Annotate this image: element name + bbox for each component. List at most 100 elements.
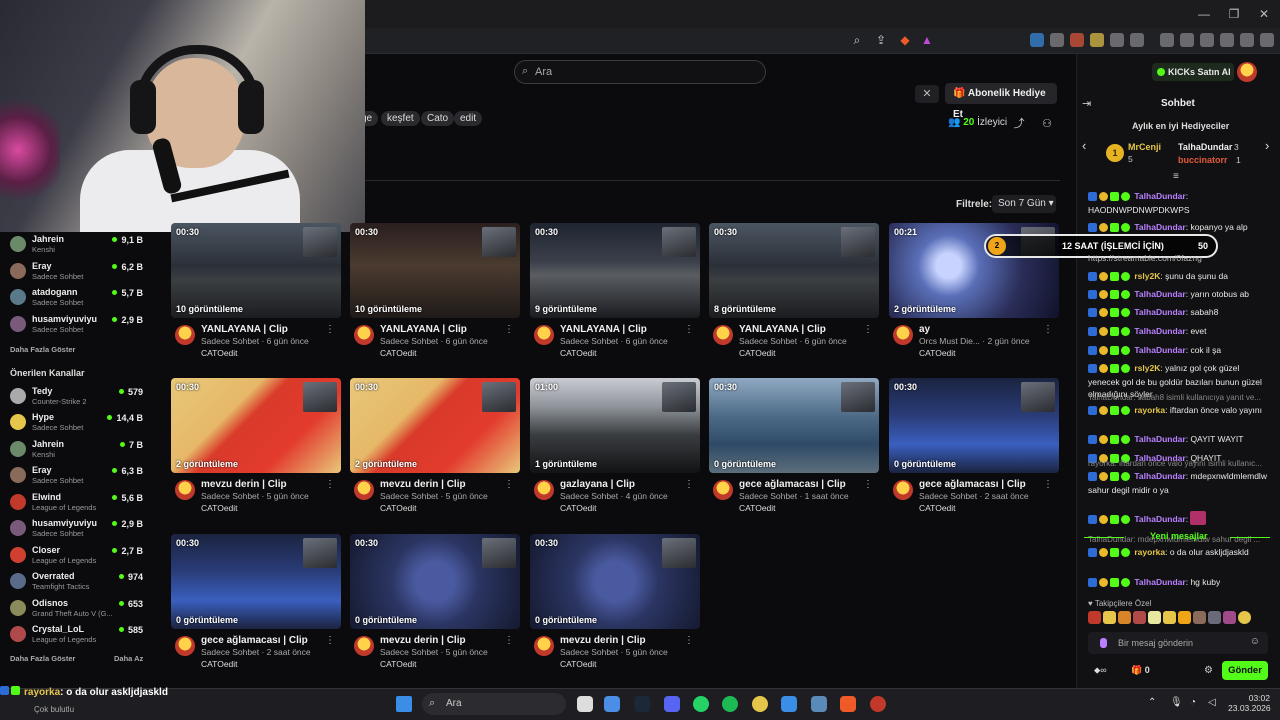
- hide-icon[interactable]: ✕: [915, 85, 939, 103]
- emote[interactable]: [1103, 611, 1116, 624]
- chat-username[interactable]: TalhaDundar: [1134, 307, 1185, 317]
- chat-username[interactable]: rsly2K: [1134, 363, 1160, 373]
- chat-message[interactable]: TalhaDundar:: [1088, 511, 1268, 527]
- gifter-name[interactable]: TalhaDundar: [1178, 142, 1232, 152]
- more-options-icon[interactable]: ⋮: [863, 324, 873, 335]
- clock[interactable]: 03:02 23.03.2026: [1228, 693, 1271, 713]
- vpn-icon[interactable]: [1240, 33, 1254, 47]
- sidebar-channel[interactable]: Closer League of Legends 2,7 B: [10, 543, 145, 569]
- chat-username[interactable]: TalhaDundar: [1134, 577, 1185, 587]
- chat-username[interactable]: rayorka: [1134, 405, 1165, 415]
- wifi-icon[interactable]: ◔: [1190, 697, 1196, 708]
- reply-preview[interactable]: TalhaDundar: sabah8 isimli kullanıcıya y…: [1088, 392, 1268, 404]
- clip-title[interactable]: YANLAYANA | Clip: [560, 324, 690, 335]
- task-view-icon[interactable]: [577, 696, 593, 712]
- wallet-icon[interactable]: [1200, 33, 1214, 47]
- show-less-link[interactable]: Daha Az: [114, 654, 143, 663]
- show-more-link[interactable]: Daha Fazla Göster: [10, 345, 75, 354]
- sidebar-channel[interactable]: Eray Sadece Sohbet 6,3 B: [10, 463, 145, 489]
- chat-settings-icon[interactable]: ⚙: [1204, 665, 1213, 676]
- channel-avatar[interactable]: [893, 325, 913, 345]
- sidebar-channel[interactable]: Jahrein Kenshi 9,1 B: [10, 232, 145, 258]
- clip-thumbnail[interactable]: 00:30 0 görüntüleme: [889, 378, 1059, 473]
- extension-icon[interactable]: [1050, 33, 1064, 47]
- clip-card[interactable]: 00:30 2 görüntüleme mevzu derin | Clip ⋮ Sad…: [171, 378, 341, 523]
- chat-message[interactable]: TalhaDundar: sabah8: [1088, 306, 1268, 320]
- clip-thumbnail[interactable]: 00:30 9 görüntüleme: [530, 223, 700, 318]
- clip-title[interactable]: YANLAYANA | Clip: [201, 324, 331, 335]
- chat-username[interactable]: TalhaDundar: [1134, 514, 1185, 524]
- sidebar-channel[interactable]: Eray Sadece Sohbet 6,2 B: [10, 259, 145, 285]
- emote[interactable]: [1208, 611, 1221, 624]
- chevron-right-icon[interactable]: ›: [1265, 138, 1269, 153]
- sidebar-channel[interactable]: Overrated Teamfight Tactics 974: [10, 569, 145, 595]
- clip-card[interactable]: 01:00 1 görüntüleme gazlayana | Clip ⋮ Sadec…: [530, 378, 700, 523]
- clip-thumbnail[interactable]: 00:30 0 görüntüleme: [350, 534, 520, 629]
- sidebar-channel[interactable]: Odisnos Grand Theft Auto V (G... 653: [10, 596, 145, 622]
- clip-channel[interactable]: CATOedit: [739, 348, 776, 358]
- app-icon[interactable]: [870, 696, 886, 712]
- clip-title[interactable]: mevzu derin | Clip: [380, 479, 510, 490]
- leo-icon[interactable]: [1220, 33, 1234, 47]
- channel-avatar[interactable]: [893, 480, 913, 500]
- share-icon[interactable]: ⤴: [1012, 117, 1026, 131]
- maximize-icon[interactable]: ❐: [1226, 6, 1242, 22]
- clip-channel[interactable]: CATOedit: [560, 503, 597, 513]
- collapse-chat-icon[interactable]: ⇥: [1082, 97, 1091, 110]
- taskbar-search[interactable]: ⌕ Ara: [422, 693, 566, 715]
- sidebar-channel[interactable]: husamviyuviyu Sadece Sohbet 2,9 B: [10, 516, 145, 542]
- emote[interactable]: [1163, 611, 1176, 624]
- chat-message[interactable]: rsly2K: şunu da şunu da: [1088, 270, 1268, 284]
- chat-username[interactable]: TalhaDundar: [1134, 289, 1185, 299]
- chat-username[interactable]: TalhaDundar: [1134, 434, 1185, 444]
- chat-username[interactable]: rsly2K: [1134, 271, 1160, 281]
- chevron-left-icon[interactable]: ‹: [1082, 138, 1086, 153]
- clip-channel[interactable]: CATOedit: [201, 348, 238, 358]
- chat-message[interactable]: TalhaDundar: kopanyo ya alp: [1088, 221, 1268, 235]
- chat-message[interactable]: TalhaDundar: sabah8 isimli kullanıcıya y…: [1088, 392, 1268, 418]
- channel-avatar[interactable]: [175, 636, 195, 656]
- sidebar-channel[interactable]: husamviyuviyu Sadece Sohbet 2,9 B: [10, 312, 145, 338]
- chat-message[interactable]: TalhaDundar: evet: [1088, 325, 1268, 339]
- clip-thumbnail[interactable]: 00:30 0 görüntüleme: [709, 378, 879, 473]
- clip-thumbnail[interactable]: 00:30 0 görüntüleme: [530, 534, 700, 629]
- more-options-icon[interactable]: ⋮: [325, 479, 335, 490]
- clip-card[interactable]: 00:30 0 görüntüleme mevzu derin | Clip ⋮ Sad…: [530, 534, 700, 679]
- search-box[interactable]: ⌕: [514, 60, 766, 84]
- discord-icon[interactable]: [664, 696, 680, 712]
- clip-thumbnail[interactable]: 00:30 10 görüntüleme: [171, 223, 341, 318]
- more-options-icon[interactable]: ⋮: [684, 479, 694, 490]
- chat-input[interactable]: [1118, 636, 1248, 650]
- show-more-link[interactable]: Daha Fazla Göster: [10, 654, 75, 663]
- zoom-icon[interactable]: ⌕: [849, 32, 865, 48]
- gift-subscription-button[interactable]: 🎁 Abonelik Hediye Et: [945, 83, 1057, 120]
- chevron-up-icon[interactable]: ⌃: [1148, 697, 1156, 708]
- brave-icon[interactable]: [840, 696, 856, 712]
- gifts-count[interactable]: 🎁 0: [1131, 665, 1150, 676]
- store-icon[interactable]: [604, 696, 620, 712]
- chat-username[interactable]: TalhaDundar: [1134, 471, 1185, 481]
- gifter-name[interactable]: MrCenji: [1128, 142, 1161, 152]
- pinned-icon[interactable]: ≡: [1173, 171, 1179, 182]
- chat-username[interactable]: TalhaDundar: [1134, 191, 1185, 201]
- clip-card[interactable]: 00:30 0 görüntüleme gece ağlamacası | Clip…: [709, 378, 879, 523]
- channel-avatar[interactable]: [175, 480, 195, 500]
- sidebar-channel[interactable]: Hype Sadece Sohbet 14,4 B: [10, 410, 145, 436]
- emote[interactable]: [1133, 611, 1146, 624]
- emote[interactable]: [1223, 611, 1236, 624]
- channel-avatar[interactable]: [354, 636, 374, 656]
- buy-kicks-button[interactable]: KICKs Satın Al: [1152, 63, 1234, 81]
- menu-icon[interactable]: [1260, 33, 1274, 47]
- send-button[interactable]: Gönder: [1222, 661, 1268, 680]
- sidebar-channel[interactable]: Jahrein Kenshi 7 B: [10, 437, 145, 463]
- chat-message[interactable]: TalhaDundar: yarın otobus ab: [1088, 288, 1268, 302]
- clip-thumbnail[interactable]: 00:30 2 görüntüleme: [171, 378, 341, 473]
- puzzle-icon[interactable]: [1110, 33, 1124, 47]
- points[interactable]: ⬥∞: [1094, 665, 1107, 676]
- gifter-name[interactable]: buccinatorr: [1178, 155, 1228, 165]
- clip-title[interactable]: mevzu derin | Clip: [560, 635, 690, 646]
- chat-username[interactable]: TalhaDundar: [1134, 345, 1185, 355]
- volume-icon[interactable]: ◁: [1208, 697, 1216, 708]
- more-options-icon[interactable]: ⋮: [1043, 324, 1053, 335]
- app-icon[interactable]: [811, 696, 827, 712]
